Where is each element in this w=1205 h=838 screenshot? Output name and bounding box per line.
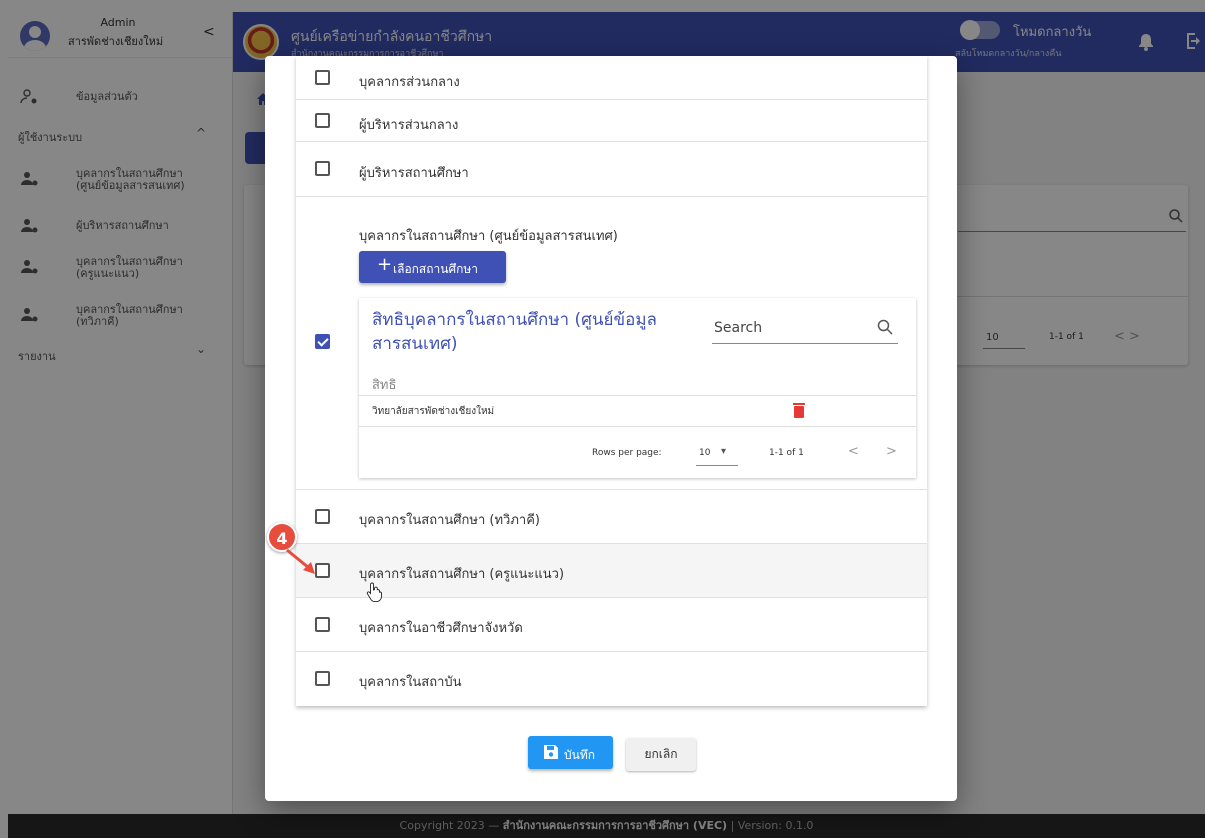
card-title: สิทธิบุคลากรในสถานศึกษา (ศูนย์ข้อมูลสารส… xyxy=(372,310,657,354)
checkbox[interactable] xyxy=(315,617,330,632)
role-label: บุคลากรในสถานศึกษา (ศูนย์ข้อมูลสารสนเทศ) xyxy=(359,229,618,244)
search-icon xyxy=(877,319,893,335)
trash-icon[interactable] xyxy=(792,402,806,418)
checkbox[interactable] xyxy=(315,509,330,524)
table-cell: วิทยาลัยสารพัดช่างเชียงใหม่ xyxy=(372,406,495,417)
list-item[interactable]: ผู้บริหารสถานศึกษา xyxy=(296,142,927,197)
permission-table-card: สิทธิบุคลากรในสถานศึกษา (ศูนย์ข้อมูลสารส… xyxy=(359,298,916,478)
role-label: บุคลากรในสถาบัน xyxy=(359,675,462,690)
role-label: ผู้บริหารสถานศึกษา xyxy=(359,166,469,181)
role-label: บุคลากรในอาชีวศึกษาจังหวัด xyxy=(359,621,523,636)
list-item-hovered[interactable]: บุคลากรในสถานศึกษา (ครูแนะแนว) xyxy=(296,544,927,598)
role-label: ผู้บริหารส่วนกลาง xyxy=(359,118,459,133)
checkbox[interactable] xyxy=(315,113,330,128)
select-school-button[interactable]: + เลือกสถานศึกษา xyxy=(359,251,506,283)
checkbox[interactable] xyxy=(315,70,330,85)
chevron-right-icon[interactable]: > xyxy=(886,444,897,459)
cancel-button[interactable]: ยกเลิก xyxy=(626,738,696,771)
hand-pointer-icon xyxy=(366,582,382,602)
list-item-expanded: บุคลากรในสถานศึกษา (ศูนย์ข้อมูลสารสนเทศ)… xyxy=(296,197,927,490)
rows-per-page-select[interactable]: 10 xyxy=(699,448,710,458)
checkbox[interactable] xyxy=(315,161,330,176)
list-item[interactable]: บุคลากรส่วนกลาง xyxy=(296,56,927,100)
chevron-down-icon[interactable]: ▾ xyxy=(721,446,726,457)
search-input[interactable]: Search xyxy=(714,320,762,336)
checkbox-checked[interactable] xyxy=(315,334,330,349)
list-item[interactable]: บุคลากรในสถานศึกษา (ทวิภาคี) xyxy=(296,490,927,544)
checkbox[interactable] xyxy=(315,671,330,686)
role-label: บุคลากรในสถานศึกษา (ทวิภาคี) xyxy=(359,513,540,528)
annotation-arrow-icon xyxy=(286,548,315,574)
chevron-left-icon[interactable]: < xyxy=(848,444,859,459)
role-list: บุคลากรส่วนกลาง ผู้บริหารส่วนกลาง ผู้บริ… xyxy=(296,56,927,706)
role-label: บุคลากรในสถานศึกษา (ครูแนะแนว) xyxy=(359,567,565,582)
column-header[interactable]: สิทธิ xyxy=(372,374,396,395)
list-item[interactable]: ผู้บริหารส่วนกลาง xyxy=(296,100,927,142)
role-label: บุคลากรส่วนกลาง xyxy=(359,75,460,90)
search-underline xyxy=(712,343,898,344)
pagination-range: 1-1 of 1 xyxy=(769,448,804,458)
plus-icon: + xyxy=(377,254,393,275)
permission-dialog: บุคลากรส่วนกลาง ผู้บริหารส่วนกลาง ผู้บริ… xyxy=(265,56,957,801)
list-item[interactable]: บุคลากรในสถาบัน xyxy=(296,652,927,706)
save-button[interactable]: บันทึก xyxy=(528,736,613,769)
list-item[interactable]: บุคลากรในอาชีวศึกษาจังหวัด xyxy=(296,598,927,652)
rows-per-page-label: Rows per page: xyxy=(592,448,662,458)
floppy-disk-icon xyxy=(544,745,558,759)
